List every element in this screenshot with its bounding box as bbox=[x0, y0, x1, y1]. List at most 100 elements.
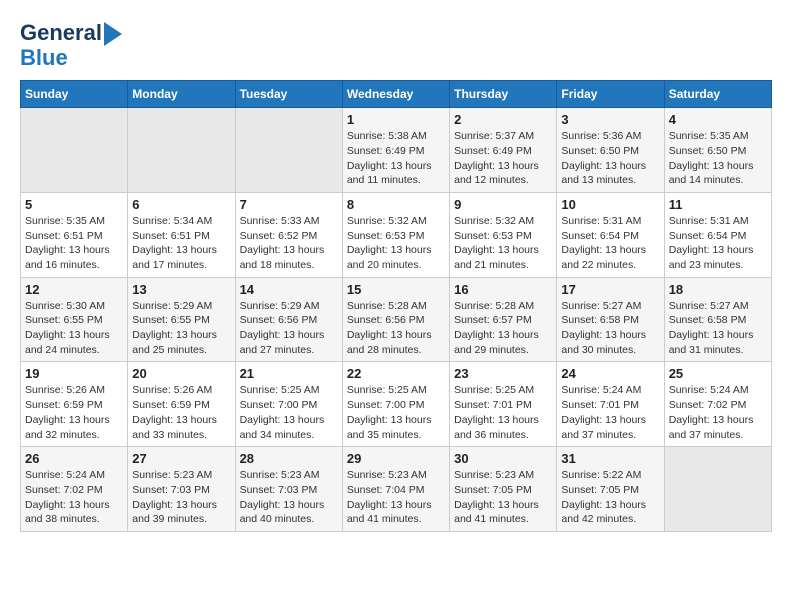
day-info: Sunrise: 5:34 AM Sunset: 6:51 PM Dayligh… bbox=[132, 214, 230, 273]
calendar-cell: 12 Sunrise: 5:30 AM Sunset: 6:55 PM Dayl… bbox=[21, 277, 128, 362]
day-number: 3 bbox=[561, 112, 659, 127]
calendar-week-row: 26 Sunrise: 5:24 AM Sunset: 7:02 PM Dayl… bbox=[21, 447, 772, 532]
weekday-header: Thursday bbox=[450, 81, 557, 108]
day-info: Sunrise: 5:24 AM Sunset: 7:02 PM Dayligh… bbox=[25, 468, 123, 527]
calendar-cell: 8 Sunrise: 5:32 AM Sunset: 6:53 PM Dayli… bbox=[342, 192, 449, 277]
logo-blue: Blue bbox=[20, 46, 68, 70]
daylight-label: Daylight: 13 hours and 22 minutes. bbox=[561, 244, 646, 271]
daylight-label: Daylight: 13 hours and 39 minutes. bbox=[132, 499, 217, 526]
calendar-cell: 17 Sunrise: 5:27 AM Sunset: 6:58 PM Dayl… bbox=[557, 277, 664, 362]
sunset-label: Sunset: 7:00 PM bbox=[347, 399, 425, 411]
sunrise-label: Sunrise: 5:33 AM bbox=[240, 215, 320, 227]
calendar-cell: 31 Sunrise: 5:22 AM Sunset: 7:05 PM Dayl… bbox=[557, 447, 664, 532]
sunrise-label: Sunrise: 5:23 AM bbox=[132, 469, 212, 481]
sunrise-label: Sunrise: 5:24 AM bbox=[25, 469, 105, 481]
sunrise-label: Sunrise: 5:29 AM bbox=[240, 300, 320, 312]
daylight-label: Daylight: 13 hours and 28 minutes. bbox=[347, 329, 432, 356]
sunrise-label: Sunrise: 5:35 AM bbox=[25, 215, 105, 227]
calendar-cell bbox=[128, 108, 235, 193]
daylight-label: Daylight: 13 hours and 11 minutes. bbox=[347, 160, 432, 187]
calendar-cell: 22 Sunrise: 5:25 AM Sunset: 7:00 PM Dayl… bbox=[342, 362, 449, 447]
calendar-cell: 23 Sunrise: 5:25 AM Sunset: 7:01 PM Dayl… bbox=[450, 362, 557, 447]
calendar-cell: 27 Sunrise: 5:23 AM Sunset: 7:03 PM Dayl… bbox=[128, 447, 235, 532]
day-info: Sunrise: 5:32 AM Sunset: 6:53 PM Dayligh… bbox=[347, 214, 445, 273]
daylight-label: Daylight: 13 hours and 34 minutes. bbox=[240, 414, 325, 441]
daylight-label: Daylight: 13 hours and 30 minutes. bbox=[561, 329, 646, 356]
sunrise-label: Sunrise: 5:28 AM bbox=[347, 300, 427, 312]
day-number: 28 bbox=[240, 451, 338, 466]
day-number: 11 bbox=[669, 197, 767, 212]
day-info: Sunrise: 5:22 AM Sunset: 7:05 PM Dayligh… bbox=[561, 468, 659, 527]
day-info: Sunrise: 5:38 AM Sunset: 6:49 PM Dayligh… bbox=[347, 129, 445, 188]
sunrise-label: Sunrise: 5:25 AM bbox=[454, 384, 534, 396]
day-number: 17 bbox=[561, 282, 659, 297]
calendar-cell: 26 Sunrise: 5:24 AM Sunset: 7:02 PM Dayl… bbox=[21, 447, 128, 532]
calendar-cell: 9 Sunrise: 5:32 AM Sunset: 6:53 PM Dayli… bbox=[450, 192, 557, 277]
day-info: Sunrise: 5:23 AM Sunset: 7:04 PM Dayligh… bbox=[347, 468, 445, 527]
daylight-label: Daylight: 13 hours and 25 minutes. bbox=[132, 329, 217, 356]
day-number: 14 bbox=[240, 282, 338, 297]
sunrise-label: Sunrise: 5:30 AM bbox=[25, 300, 105, 312]
sunrise-label: Sunrise: 5:23 AM bbox=[454, 469, 534, 481]
daylight-label: Daylight: 13 hours and 36 minutes. bbox=[454, 414, 539, 441]
sunset-label: Sunset: 7:00 PM bbox=[240, 399, 318, 411]
daylight-label: Daylight: 13 hours and 32 minutes. bbox=[25, 414, 110, 441]
day-number: 24 bbox=[561, 366, 659, 381]
sunset-label: Sunset: 6:57 PM bbox=[454, 314, 532, 326]
calendar-cell: 14 Sunrise: 5:29 AM Sunset: 6:56 PM Dayl… bbox=[235, 277, 342, 362]
day-number: 8 bbox=[347, 197, 445, 212]
day-number: 16 bbox=[454, 282, 552, 297]
logo: General Blue bbox=[20, 20, 122, 70]
sunset-label: Sunset: 6:50 PM bbox=[561, 145, 639, 157]
calendar-cell: 15 Sunrise: 5:28 AM Sunset: 6:56 PM Dayl… bbox=[342, 277, 449, 362]
calendar-cell: 19 Sunrise: 5:26 AM Sunset: 6:59 PM Dayl… bbox=[21, 362, 128, 447]
day-number: 2 bbox=[454, 112, 552, 127]
day-info: Sunrise: 5:31 AM Sunset: 6:54 PM Dayligh… bbox=[561, 214, 659, 273]
calendar-cell: 3 Sunrise: 5:36 AM Sunset: 6:50 PM Dayli… bbox=[557, 108, 664, 193]
daylight-label: Daylight: 13 hours and 37 minutes. bbox=[669, 414, 754, 441]
day-number: 20 bbox=[132, 366, 230, 381]
sunrise-label: Sunrise: 5:27 AM bbox=[561, 300, 641, 312]
daylight-label: Daylight: 13 hours and 21 minutes. bbox=[454, 244, 539, 271]
sunset-label: Sunset: 6:51 PM bbox=[25, 230, 103, 242]
day-number: 1 bbox=[347, 112, 445, 127]
sunset-label: Sunset: 6:53 PM bbox=[454, 230, 532, 242]
daylight-label: Daylight: 13 hours and 41 minutes. bbox=[454, 499, 539, 526]
sunrise-label: Sunrise: 5:34 AM bbox=[132, 215, 212, 227]
sunset-label: Sunset: 6:50 PM bbox=[669, 145, 747, 157]
sunrise-label: Sunrise: 5:23 AM bbox=[347, 469, 427, 481]
sunset-label: Sunset: 7:04 PM bbox=[347, 484, 425, 496]
weekday-header: Wednesday bbox=[342, 81, 449, 108]
day-number: 18 bbox=[669, 282, 767, 297]
calendar-week-row: 5 Sunrise: 5:35 AM Sunset: 6:51 PM Dayli… bbox=[21, 192, 772, 277]
sunset-label: Sunset: 6:53 PM bbox=[347, 230, 425, 242]
sunset-label: Sunset: 6:49 PM bbox=[454, 145, 532, 157]
logo-arrow-icon bbox=[104, 22, 122, 46]
day-number: 6 bbox=[132, 197, 230, 212]
day-number: 9 bbox=[454, 197, 552, 212]
logo-general: General bbox=[20, 20, 102, 45]
day-number: 29 bbox=[347, 451, 445, 466]
sunrise-label: Sunrise: 5:36 AM bbox=[561, 130, 641, 142]
calendar-cell bbox=[235, 108, 342, 193]
calendar-cell: 16 Sunrise: 5:28 AM Sunset: 6:57 PM Dayl… bbox=[450, 277, 557, 362]
calendar-cell: 4 Sunrise: 5:35 AM Sunset: 6:50 PM Dayli… bbox=[664, 108, 771, 193]
calendar-cell: 20 Sunrise: 5:26 AM Sunset: 6:59 PM Dayl… bbox=[128, 362, 235, 447]
logo-text: General bbox=[20, 21, 102, 45]
sunrise-label: Sunrise: 5:32 AM bbox=[454, 215, 534, 227]
day-number: 27 bbox=[132, 451, 230, 466]
day-info: Sunrise: 5:30 AM Sunset: 6:55 PM Dayligh… bbox=[25, 299, 123, 358]
day-info: Sunrise: 5:23 AM Sunset: 7:03 PM Dayligh… bbox=[132, 468, 230, 527]
day-info: Sunrise: 5:27 AM Sunset: 6:58 PM Dayligh… bbox=[561, 299, 659, 358]
daylight-label: Daylight: 13 hours and 37 minutes. bbox=[561, 414, 646, 441]
sunset-label: Sunset: 6:56 PM bbox=[347, 314, 425, 326]
sunrise-label: Sunrise: 5:26 AM bbox=[132, 384, 212, 396]
day-info: Sunrise: 5:24 AM Sunset: 7:01 PM Dayligh… bbox=[561, 383, 659, 442]
day-number: 5 bbox=[25, 197, 123, 212]
calendar-cell: 13 Sunrise: 5:29 AM Sunset: 6:55 PM Dayl… bbox=[128, 277, 235, 362]
page: General Blue SundayMondayTuesdayWednesda… bbox=[0, 0, 792, 552]
weekday-header: Sunday bbox=[21, 81, 128, 108]
day-number: 22 bbox=[347, 366, 445, 381]
sunset-label: Sunset: 7:01 PM bbox=[561, 399, 639, 411]
sunset-label: Sunset: 6:55 PM bbox=[25, 314, 103, 326]
